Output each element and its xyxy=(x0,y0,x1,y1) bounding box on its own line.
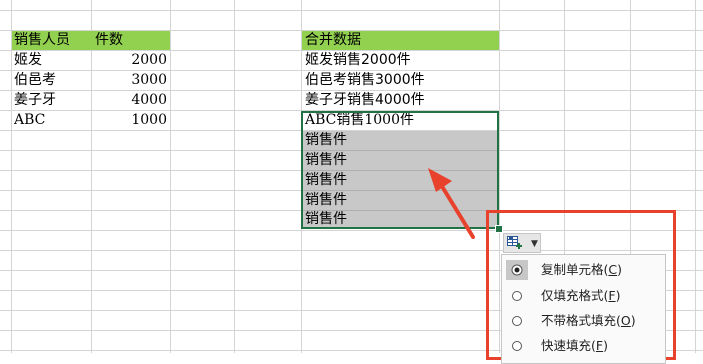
menu-item-label: 快速填充(F) xyxy=(541,338,608,353)
menu-item-flash-fill[interactable]: 快速填充(F) xyxy=(502,334,665,358)
menu-item-copy-cells[interactable]: 复制单元格(C) xyxy=(502,258,665,282)
menu-item-label: 仅填充格式(F) xyxy=(541,288,621,303)
menu-item-label: 不带格式填充(O) xyxy=(541,313,636,328)
radio-unchecked-icon xyxy=(512,316,522,326)
radio-checked-icon xyxy=(511,264,523,276)
menu-item-fill-without-formatting[interactable]: 不带格式填充(O) xyxy=(502,309,665,333)
menu-item-fill-formatting-only[interactable]: 仅填充格式(F) xyxy=(502,284,665,308)
chevron-down-icon: ▼ xyxy=(531,239,538,249)
auto-fill-options-icon xyxy=(507,236,522,249)
radio-unchecked-icon xyxy=(512,341,522,351)
menu-item-label: 复制单元格(C) xyxy=(541,262,623,277)
radio-unchecked-icon xyxy=(512,291,522,301)
auto-fill-options-button[interactable]: ▼ xyxy=(503,233,541,253)
auto-fill-options-menu: 复制单元格(C) 仅填充格式(F) 不带格式填充(O) 快速填充(F) xyxy=(501,254,666,364)
